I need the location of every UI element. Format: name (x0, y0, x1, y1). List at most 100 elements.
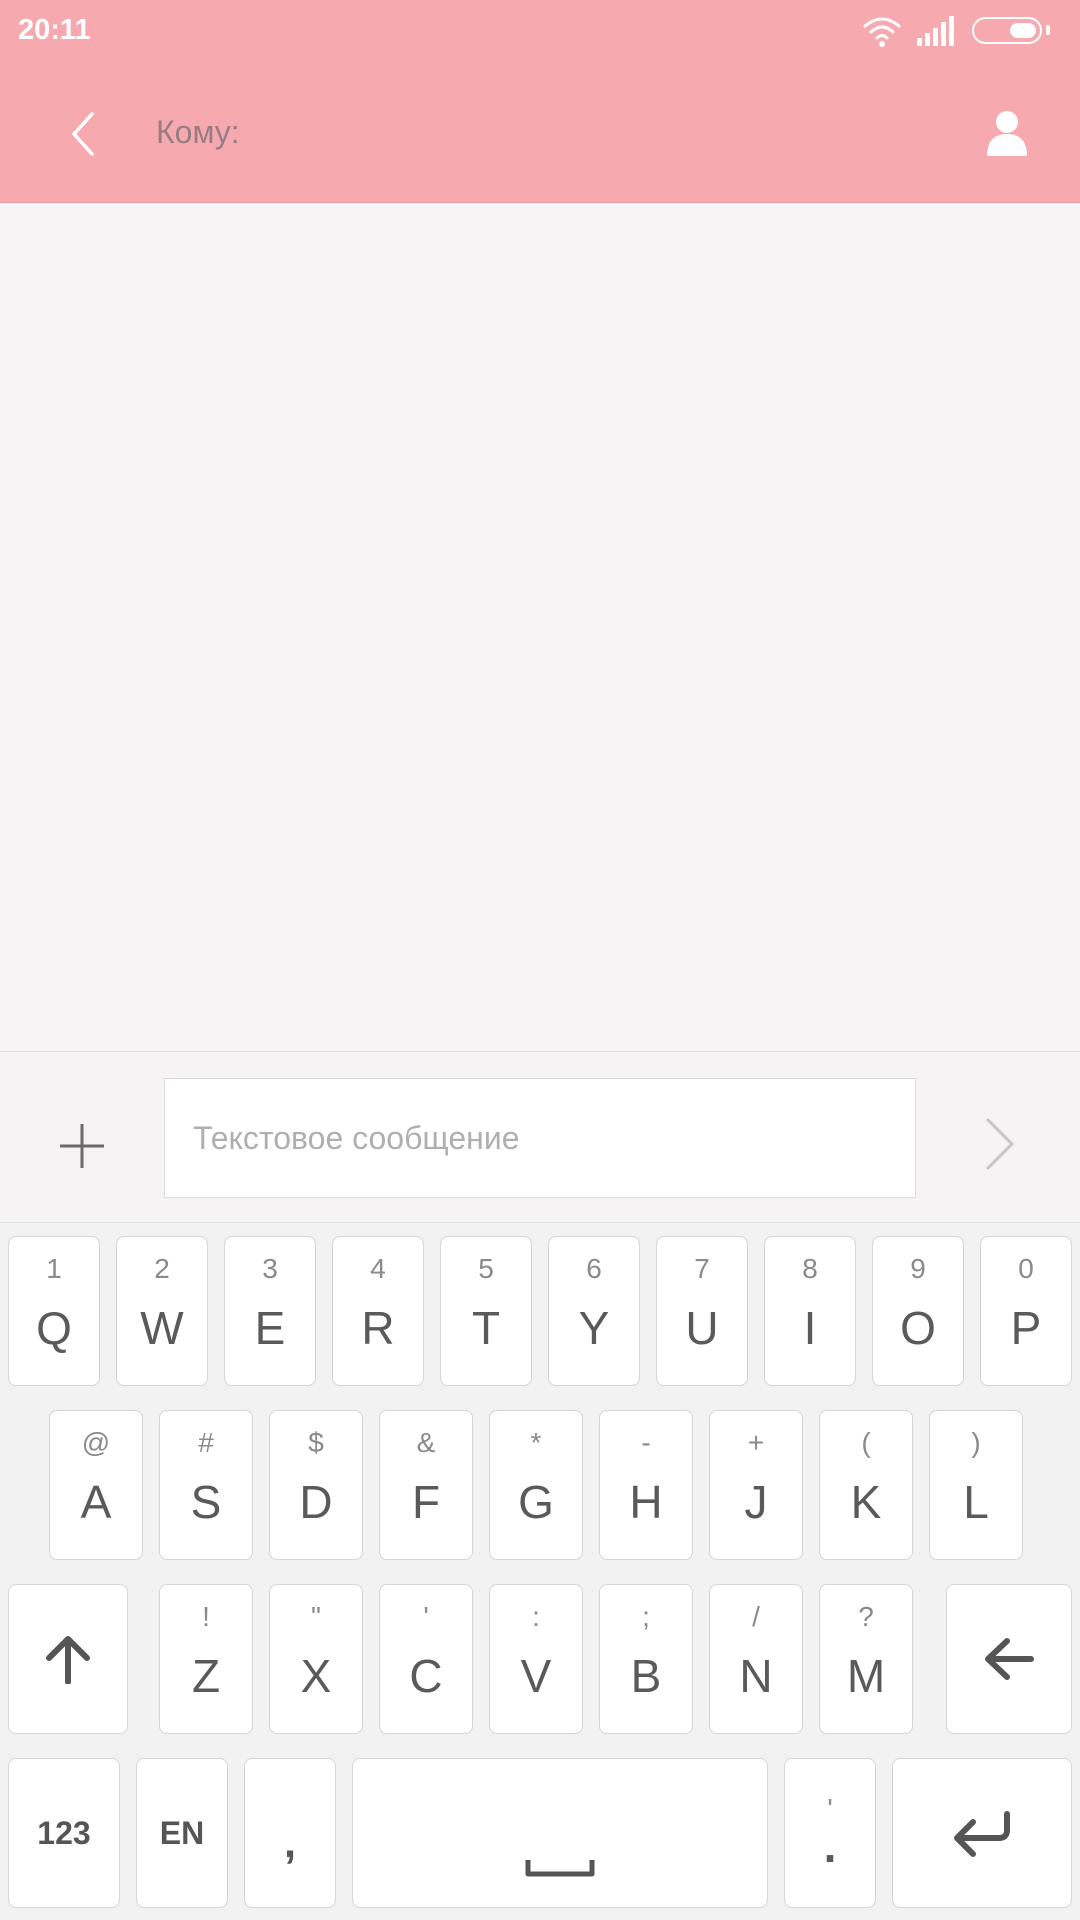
keyboard: 1 Q 2 W 3 E 4 R 5 T 6 Y 7 U 8 I 9 O 0 P … (0, 1224, 1080, 1920)
language-key-label: EN (159, 1814, 205, 1851)
key-n[interactable]: / N (709, 1584, 803, 1734)
enter-icon (954, 1811, 1010, 1857)
key-label: V (520, 1650, 552, 1702)
key-label: W (140, 1302, 184, 1354)
key-label: N (739, 1650, 773, 1702)
key-u[interactable]: 7 U (656, 1236, 748, 1386)
key-hint: 6 (586, 1253, 602, 1284)
numbers-key-label: 123 (37, 1814, 91, 1851)
key-label: C (409, 1650, 443, 1702)
numbers-key[interactable]: 123 (8, 1758, 120, 1908)
key-hint: ' (423, 1601, 429, 1632)
key-m[interactable]: ? M (819, 1584, 913, 1734)
key-label: U (685, 1302, 719, 1354)
key-label: B (630, 1650, 662, 1702)
shift-key[interactable] (8, 1584, 128, 1734)
key-label: H (629, 1476, 663, 1528)
key-hint: 1 (46, 1253, 62, 1284)
key-label: K (850, 1476, 882, 1528)
key-hint: 4 (370, 1253, 386, 1284)
key-hint: + (747, 1427, 765, 1458)
key-f[interactable]: & F (379, 1410, 473, 1560)
key-o[interactable]: 9 O (872, 1236, 964, 1386)
back-button[interactable] (58, 104, 108, 164)
key-hint: ( (861, 1427, 871, 1458)
key-d[interactable]: $ D (269, 1410, 363, 1560)
battery-icon (972, 17, 1042, 44)
key-a[interactable]: @ A (49, 1410, 143, 1560)
space-bar-icon (525, 1860, 595, 1877)
key-h[interactable]: - H (599, 1410, 693, 1560)
enter-key[interactable] (892, 1758, 1072, 1908)
key-hint: " (311, 1601, 321, 1632)
key-label: . (823, 1820, 837, 1872)
key-label: E (254, 1302, 286, 1354)
key-g[interactable]: * G (489, 1410, 583, 1560)
key-c[interactable]: ' C (379, 1584, 473, 1734)
key-hint: 7 (694, 1253, 710, 1284)
key-hint: : (532, 1601, 540, 1632)
key-label: J (744, 1476, 768, 1528)
key-p[interactable]: 0 P (980, 1236, 1072, 1386)
key-hint: ! (202, 1601, 210, 1632)
key-label: Y (578, 1302, 610, 1354)
key-hint: ; (642, 1601, 650, 1632)
recipient-label[interactable]: Кому: (156, 114, 240, 151)
key-hint: 5 (478, 1253, 494, 1284)
key-label: L (963, 1476, 989, 1528)
key-t[interactable]: 5 T (440, 1236, 532, 1386)
key-w[interactable]: 2 W (116, 1236, 208, 1386)
key-hint: / (752, 1601, 760, 1632)
key-b[interactable]: ; B (599, 1584, 693, 1734)
key-k[interactable]: ( K (819, 1410, 913, 1560)
backspace-key[interactable] (946, 1584, 1072, 1734)
key-label: S (190, 1476, 222, 1528)
comma-key[interactable]: , (244, 1758, 336, 1908)
key-v[interactable]: : V (489, 1584, 583, 1734)
period-key[interactable]: ' . (784, 1758, 876, 1908)
key-j[interactable]: + J (709, 1410, 803, 1560)
key-label: O (900, 1302, 936, 1354)
key-s[interactable]: # S (159, 1410, 253, 1560)
chevron-left-icon (72, 112, 94, 156)
space-key[interactable] (352, 1758, 768, 1908)
arrow-left-icon (985, 1638, 1034, 1680)
key-label: D (299, 1476, 333, 1528)
key-z[interactable]: ! Z (159, 1584, 253, 1734)
key-label: I (803, 1302, 817, 1354)
key-hint: ) (971, 1427, 981, 1458)
key-hint: 3 (262, 1253, 278, 1284)
key-r[interactable]: 4 R (332, 1236, 424, 1386)
language-key[interactable]: EN (136, 1758, 228, 1908)
key-label: T (471, 1302, 501, 1354)
key-hint: $ (308, 1427, 324, 1458)
app-header: 20:11 Кому: (0, 0, 1080, 203)
key-l[interactable]: ) L (929, 1410, 1023, 1560)
key-i[interactable]: 8 I (764, 1236, 856, 1386)
key-e[interactable]: 3 E (224, 1236, 316, 1386)
battery-cap (1046, 25, 1050, 35)
key-hint: & (416, 1427, 436, 1458)
wifi-icon (863, 17, 901, 47)
compose-bar (0, 1051, 1080, 1223)
key-hint: ? (858, 1601, 874, 1632)
key-label: Z (191, 1650, 221, 1702)
key-hint: @ (81, 1427, 111, 1458)
key-label: X (300, 1650, 332, 1702)
key-hint: 2 (154, 1253, 170, 1284)
person-icon[interactable] (982, 108, 1032, 158)
message-input[interactable] (164, 1078, 916, 1198)
key-hint: - (641, 1427, 651, 1458)
key-y[interactable]: 6 Y (548, 1236, 640, 1386)
key-hint: * (530, 1427, 542, 1458)
plus-icon[interactable] (52, 1116, 112, 1176)
comma-key-label: , (283, 1818, 297, 1867)
chevron-right-icon[interactable] (980, 1114, 1020, 1174)
battery-level (1010, 23, 1036, 38)
key-label: G (518, 1476, 554, 1528)
key-hint: # (198, 1427, 214, 1458)
key-x[interactable]: " X (269, 1584, 363, 1734)
key-label: Q (36, 1302, 72, 1354)
key-hint: 9 (910, 1253, 926, 1284)
key-q[interactable]: 1 Q (8, 1236, 100, 1386)
